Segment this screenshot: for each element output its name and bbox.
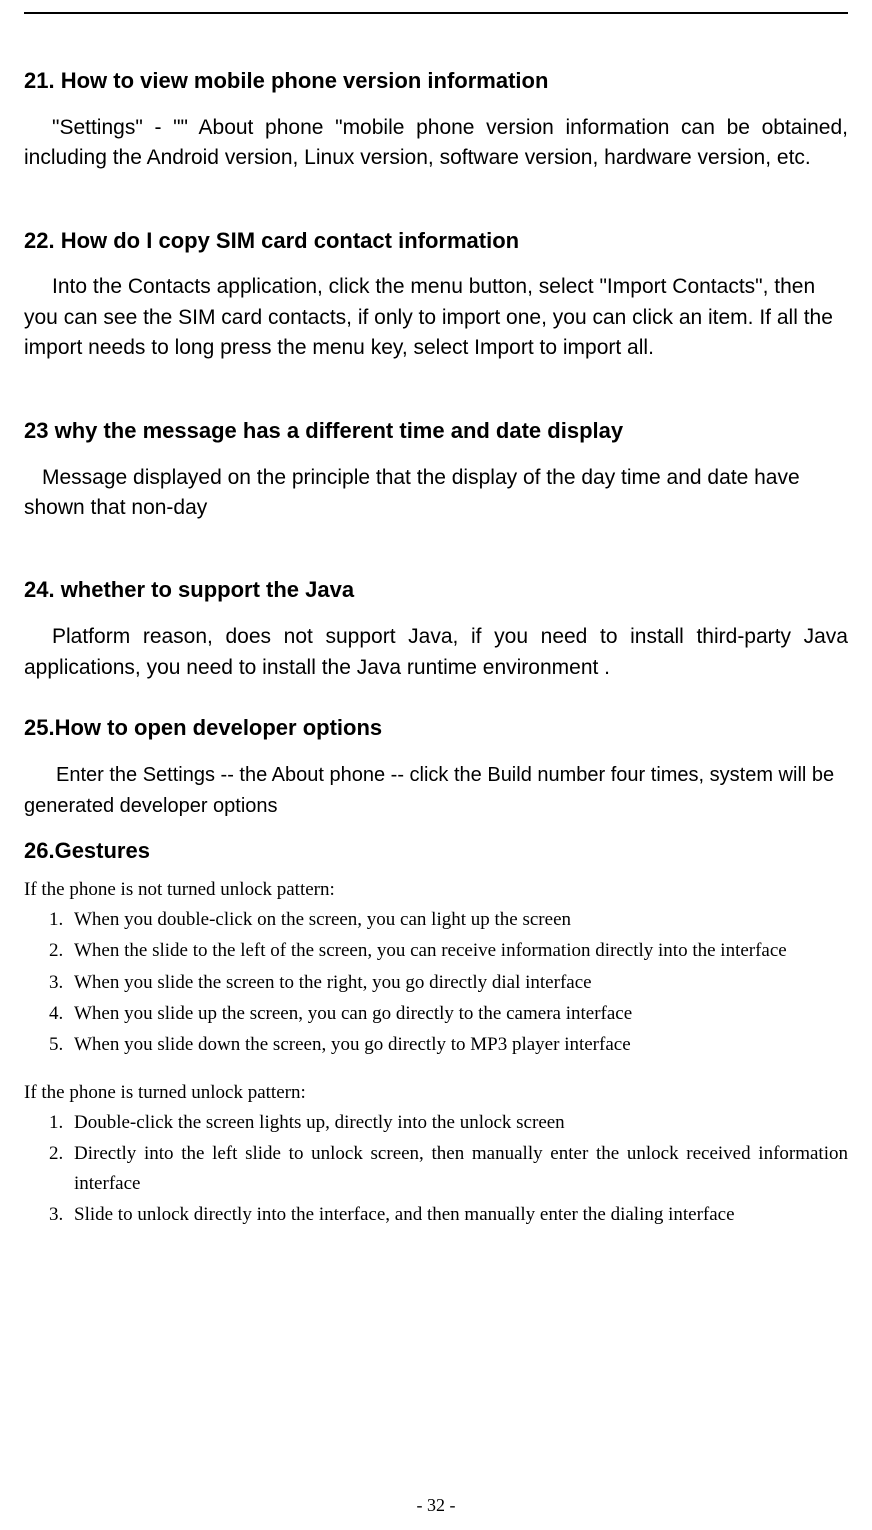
section-22-heading: 22. How do I copy SIM card contact infor…: [24, 226, 848, 257]
section-23-heading: 23 why the message has a different time …: [24, 416, 848, 447]
list-item: When you slide the screen to the right, …: [68, 968, 848, 997]
page-number: - 32 -: [0, 1495, 872, 1516]
gestures-list-2: Double-click the screen lights up, direc…: [24, 1108, 848, 1230]
list-item: When you double-click on the screen, you…: [68, 905, 848, 934]
gestures-list-1: When you double-click on the screen, you…: [24, 905, 848, 1060]
gestures-intro-2: If the phone is turned unlock pattern:: [24, 1082, 848, 1104]
section-21-body-text: "Settings" - "" About phone "mobile phon…: [24, 116, 848, 169]
list-item: When you slide up the screen, you can go…: [68, 999, 848, 1028]
list-item: Directly into the left slide to unlock s…: [68, 1139, 848, 1198]
section-25-body: Enter the Settings -- the About phone --…: [24, 760, 848, 822]
section-23-body-text: Message displayed on the principle that …: [24, 466, 800, 519]
section-21-heading: 21. How to view mobile phone version inf…: [24, 66, 848, 97]
gestures-intro-1: If the phone is not turned unlock patter…: [24, 879, 848, 901]
list-item: Slide to unlock directly into the interf…: [68, 1200, 848, 1229]
section-24-body: Platform reason, does not support Java, …: [24, 622, 848, 683]
section-24-body-text: Platform reason, does not support Java, …: [24, 625, 848, 678]
section-22-body-text: Into the Contacts application, click the…: [24, 275, 833, 359]
section-25-body-text: Enter the Settings -- the About phone --…: [24, 764, 834, 817]
section-22-body: Into the Contacts application, click the…: [24, 272, 848, 363]
section-21-body: "Settings" - "" About phone "mobile phon…: [24, 113, 848, 174]
section-23-body: Message displayed on the principle that …: [24, 463, 848, 524]
horizontal-rule: [24, 12, 848, 14]
section-24-heading: 24. whether to support the Java: [24, 575, 848, 606]
section-25-heading: 25.How to open developer options: [24, 713, 848, 744]
section-26-heading: 26.Gestures: [24, 836, 848, 867]
list-item: Double-click the screen lights up, direc…: [68, 1108, 848, 1137]
document-page: 21. How to view mobile phone version inf…: [0, 0, 872, 1530]
list-item: When you slide down the screen, you go d…: [68, 1030, 848, 1059]
list-item: When the slide to the left of the screen…: [68, 936, 848, 965]
